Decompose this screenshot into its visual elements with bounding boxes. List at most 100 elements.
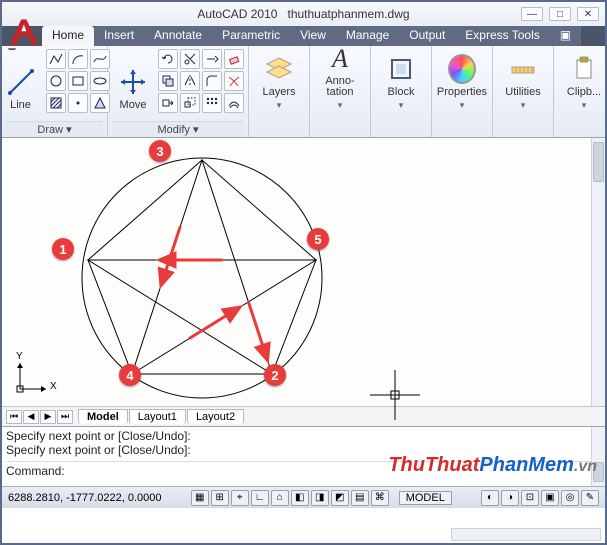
scale-icon[interactable] xyxy=(180,93,200,113)
watermark: ThuThuatPhanMem.vn xyxy=(388,454,597,477)
utilities-label: Utilities xyxy=(505,86,540,98)
draw-tools xyxy=(46,49,110,113)
status-toggle-r-5[interactable]: ✎ xyxy=(581,490,599,506)
close-button[interactable]: ✕ xyxy=(577,7,599,21)
vertex-marker-5: 5 xyxy=(307,228,329,250)
clipboard-button[interactable]: Clipb... xyxy=(558,49,607,111)
horizontal-scrollbar[interactable] xyxy=(451,528,601,541)
status-toggle-7[interactable]: ◩ xyxy=(331,490,349,506)
layers-button[interactable]: Layers xyxy=(253,49,305,111)
tab-nav-last[interactable]: ⏭ xyxy=(57,410,73,424)
status-toggle-3[interactable]: ∟ xyxy=(251,490,269,506)
app-logo-icon[interactable] xyxy=(6,16,40,50)
tab-express-tools[interactable]: Express Tools xyxy=(455,26,549,46)
status-toggle-0[interactable]: ▦ xyxy=(191,490,209,506)
text-icon: A xyxy=(332,44,348,74)
axis-y-label: Y xyxy=(16,351,23,362)
drawing-canvas[interactable]: Y X 1 2 3 4 5 xyxy=(2,138,605,406)
tab-home[interactable]: Home xyxy=(42,26,94,46)
wm-a: ThuThuat xyxy=(388,454,479,476)
fillet-icon[interactable] xyxy=(202,71,222,91)
panel-draw-title[interactable]: Draw ▾ xyxy=(6,121,103,137)
model-space-button[interactable]: MODEL xyxy=(399,491,452,505)
block-button[interactable]: Block xyxy=(375,49,427,111)
block-label: Block xyxy=(388,86,415,98)
extend-icon[interactable] xyxy=(202,49,222,69)
move-button[interactable]: Move xyxy=(112,49,154,111)
line-button[interactable]: Line xyxy=(0,49,42,111)
panel-modify-title[interactable]: Modify ▾ xyxy=(112,121,244,137)
tab-insert[interactable]: Insert xyxy=(94,26,144,46)
crosshair-cursor-icon xyxy=(370,370,420,420)
utilities-button[interactable]: Utilities xyxy=(497,49,549,111)
tab-parametric[interactable]: Parametric xyxy=(212,26,290,46)
status-toggle-r-2[interactable]: ⊡ xyxy=(521,490,539,506)
panel-clipboard: Clipb... xyxy=(554,46,607,137)
move-label: Move xyxy=(120,99,147,111)
status-toggle-r-3[interactable]: ▣ xyxy=(541,490,559,506)
cmd-prompt: Command: xyxy=(6,464,65,478)
status-toggle-8[interactable]: ▤ xyxy=(351,490,369,506)
status-toggle-9[interactable]: ⌘ xyxy=(371,490,389,506)
minimize-button[interactable]: — xyxy=(521,7,543,21)
status-toggle-1[interactable]: ⊞ xyxy=(211,490,229,506)
tab-output[interactable]: Output xyxy=(399,26,455,46)
status-toggle-4[interactable]: ⌂ xyxy=(271,490,289,506)
ellipse-icon[interactable] xyxy=(90,71,110,91)
tab-layout1[interactable]: Layout1 xyxy=(129,409,186,424)
layout-tabs-bar: ⏮ ◀ ▶ ⏭ Model Layout1 Layout2 xyxy=(2,406,605,426)
cmd-history-1: Specify next point or [Close/Undo]: xyxy=(6,429,601,443)
annotation-button[interactable]: A Anno- tation xyxy=(314,49,366,111)
status-toggle-6[interactable]: ◨ xyxy=(311,490,329,506)
array-icon[interactable] xyxy=(202,93,222,113)
region-icon[interactable] xyxy=(90,93,110,113)
trim-icon[interactable] xyxy=(180,49,200,69)
rotate-icon[interactable] xyxy=(158,49,178,69)
status-toggle-r-4[interactable]: ◎ xyxy=(561,490,579,506)
rectangle-icon[interactable] xyxy=(68,71,88,91)
panel-properties: Properties xyxy=(432,46,493,137)
copy-icon[interactable] xyxy=(158,71,178,91)
status-toggles-right: ◐◑⊡▣◎✎ xyxy=(481,490,599,506)
status-toggle-2[interactable]: ⌖ xyxy=(231,490,249,506)
app-name: AutoCAD 2010 xyxy=(197,7,277,21)
tab-nav-first[interactable]: ⏮ xyxy=(6,410,22,424)
properties-label: Properties xyxy=(437,86,487,98)
panel-annotation: A Anno- tation xyxy=(310,46,371,137)
status-toggle-5[interactable]: ◧ xyxy=(291,490,309,506)
tab-view[interactable]: View xyxy=(290,26,336,46)
status-toggle-r-1[interactable]: ◑ xyxy=(501,490,519,506)
tab-model[interactable]: Model xyxy=(78,409,128,424)
tab-manage[interactable]: Manage xyxy=(336,26,399,46)
arc-icon[interactable] xyxy=(68,49,88,69)
tab-nav-next[interactable]: ▶ xyxy=(40,410,56,424)
axis-x-label: X xyxy=(50,381,57,392)
clipboard-label: Clipb... xyxy=(567,86,601,98)
status-toggle-r-0[interactable]: ◐ xyxy=(481,490,499,506)
vertex-marker-1: 1 xyxy=(52,238,74,260)
offset-icon[interactable] xyxy=(224,93,244,113)
polyline-icon[interactable] xyxy=(46,49,66,69)
hatch-icon[interactable] xyxy=(46,93,66,113)
mirror-icon[interactable] xyxy=(180,71,200,91)
tab-extra-icon[interactable]: ▣ xyxy=(550,26,581,46)
modify-tools xyxy=(158,49,244,113)
maximize-button[interactable]: □ xyxy=(549,7,571,21)
stretch-icon[interactable] xyxy=(158,93,178,113)
vertical-scrollbar[interactable] xyxy=(591,138,605,406)
tab-layout2[interactable]: Layout2 xyxy=(187,409,244,424)
circle-icon[interactable] xyxy=(46,71,66,91)
tab-nav-prev[interactable]: ◀ xyxy=(23,410,39,424)
erase-icon[interactable] xyxy=(224,49,244,69)
file-name: thuthuatphanmem.dwg xyxy=(287,7,409,21)
properties-button[interactable]: Properties xyxy=(436,49,488,111)
ucs-icon: Y X xyxy=(14,355,54,400)
explode-icon[interactable] xyxy=(224,71,244,91)
point-icon[interactable] xyxy=(68,93,88,113)
annotation-label: Anno- tation xyxy=(325,76,354,98)
vertex-marker-2: 2 xyxy=(264,364,286,386)
tab-annotate[interactable]: Annotate xyxy=(144,26,212,46)
panel-layers: Layers xyxy=(249,46,310,137)
panel-modify: Move Modify ▾ xyxy=(108,46,249,137)
spline-icon[interactable] xyxy=(90,49,110,69)
